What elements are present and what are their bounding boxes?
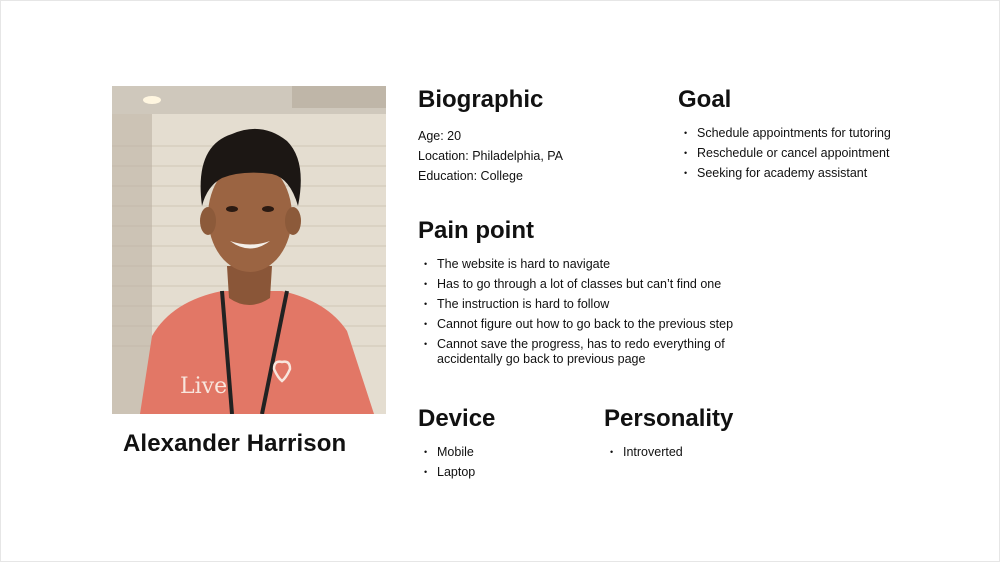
biographic-heading: Biographic bbox=[418, 86, 544, 113]
bullet-icon: • bbox=[684, 128, 688, 138]
personality-section: Personality • Introverted bbox=[604, 405, 733, 465]
list-item: • Schedule appointments for tutoring bbox=[684, 126, 891, 140]
pain-point-heading: Pain point bbox=[418, 217, 534, 244]
list-item: • Seeking for academy assistant bbox=[684, 166, 868, 180]
list-item: • Reschedule or cancel appointment bbox=[684, 146, 890, 160]
bullet-icon: • bbox=[684, 148, 688, 158]
biographic-section: Biographic Age: 20 Location: Philadelphi… bbox=[418, 86, 563, 186]
personality-heading: Personality bbox=[604, 405, 734, 432]
bullet-icon: • bbox=[424, 447, 428, 457]
list-item: • Mobile bbox=[424, 445, 474, 459]
biographic-age: Age: 20 bbox=[418, 129, 462, 143]
bullet-icon: • bbox=[424, 259, 428, 269]
pain-point-section: Pain point • The website is hard to navig… bbox=[418, 217, 778, 372]
goal-heading: Goal bbox=[678, 86, 732, 113]
list-item: • The website is hard to navigate bbox=[424, 257, 611, 271]
persona-name: Alexander Harrison bbox=[123, 430, 347, 457]
biographic-education: Education: College bbox=[418, 169, 523, 183]
photo-shirt-text: Live bbox=[180, 374, 228, 399]
bullet-icon: • bbox=[424, 319, 428, 329]
bullet-icon: • bbox=[424, 467, 428, 477]
bullet-icon: • bbox=[684, 168, 688, 178]
goal-list: • Schedule appointments for tutoring • Res… bbox=[678, 126, 891, 181]
list-item: • Cannot figure out how to go back to the… bbox=[424, 317, 734, 331]
pain-point-list: • The website is hard to navigate • Has to… bbox=[418, 257, 778, 367]
goal-section: Goal • Schedule appointments for tutoring… bbox=[678, 86, 891, 186]
persona-photo: Live bbox=[112, 86, 386, 414]
bullet-icon: • bbox=[424, 299, 428, 309]
device-list: • Mobile • Laptop bbox=[418, 445, 495, 480]
biographic-location: Location: Philadelphia, PA bbox=[418, 149, 564, 163]
bullet-icon: • bbox=[424, 279, 428, 289]
list-item: • Cannot save the progress, has to redo e… bbox=[424, 337, 725, 366]
list-item: • Has to go through a lot of classes but … bbox=[424, 277, 722, 291]
biographic-list: Age: 20 Location: Philadelphia, PA Educa… bbox=[418, 126, 563, 186]
list-item: • Introverted bbox=[610, 445, 683, 459]
list-item: • Laptop bbox=[424, 465, 476, 479]
bullet-icon: • bbox=[610, 447, 614, 457]
device-heading: Device bbox=[418, 405, 496, 432]
personality-list: • Introverted bbox=[604, 445, 733, 460]
bullet-icon: • bbox=[424, 339, 428, 349]
device-section: Device • Mobile • Laptop bbox=[418, 405, 495, 485]
list-item: • The instruction is hard to follow bbox=[424, 297, 610, 311]
